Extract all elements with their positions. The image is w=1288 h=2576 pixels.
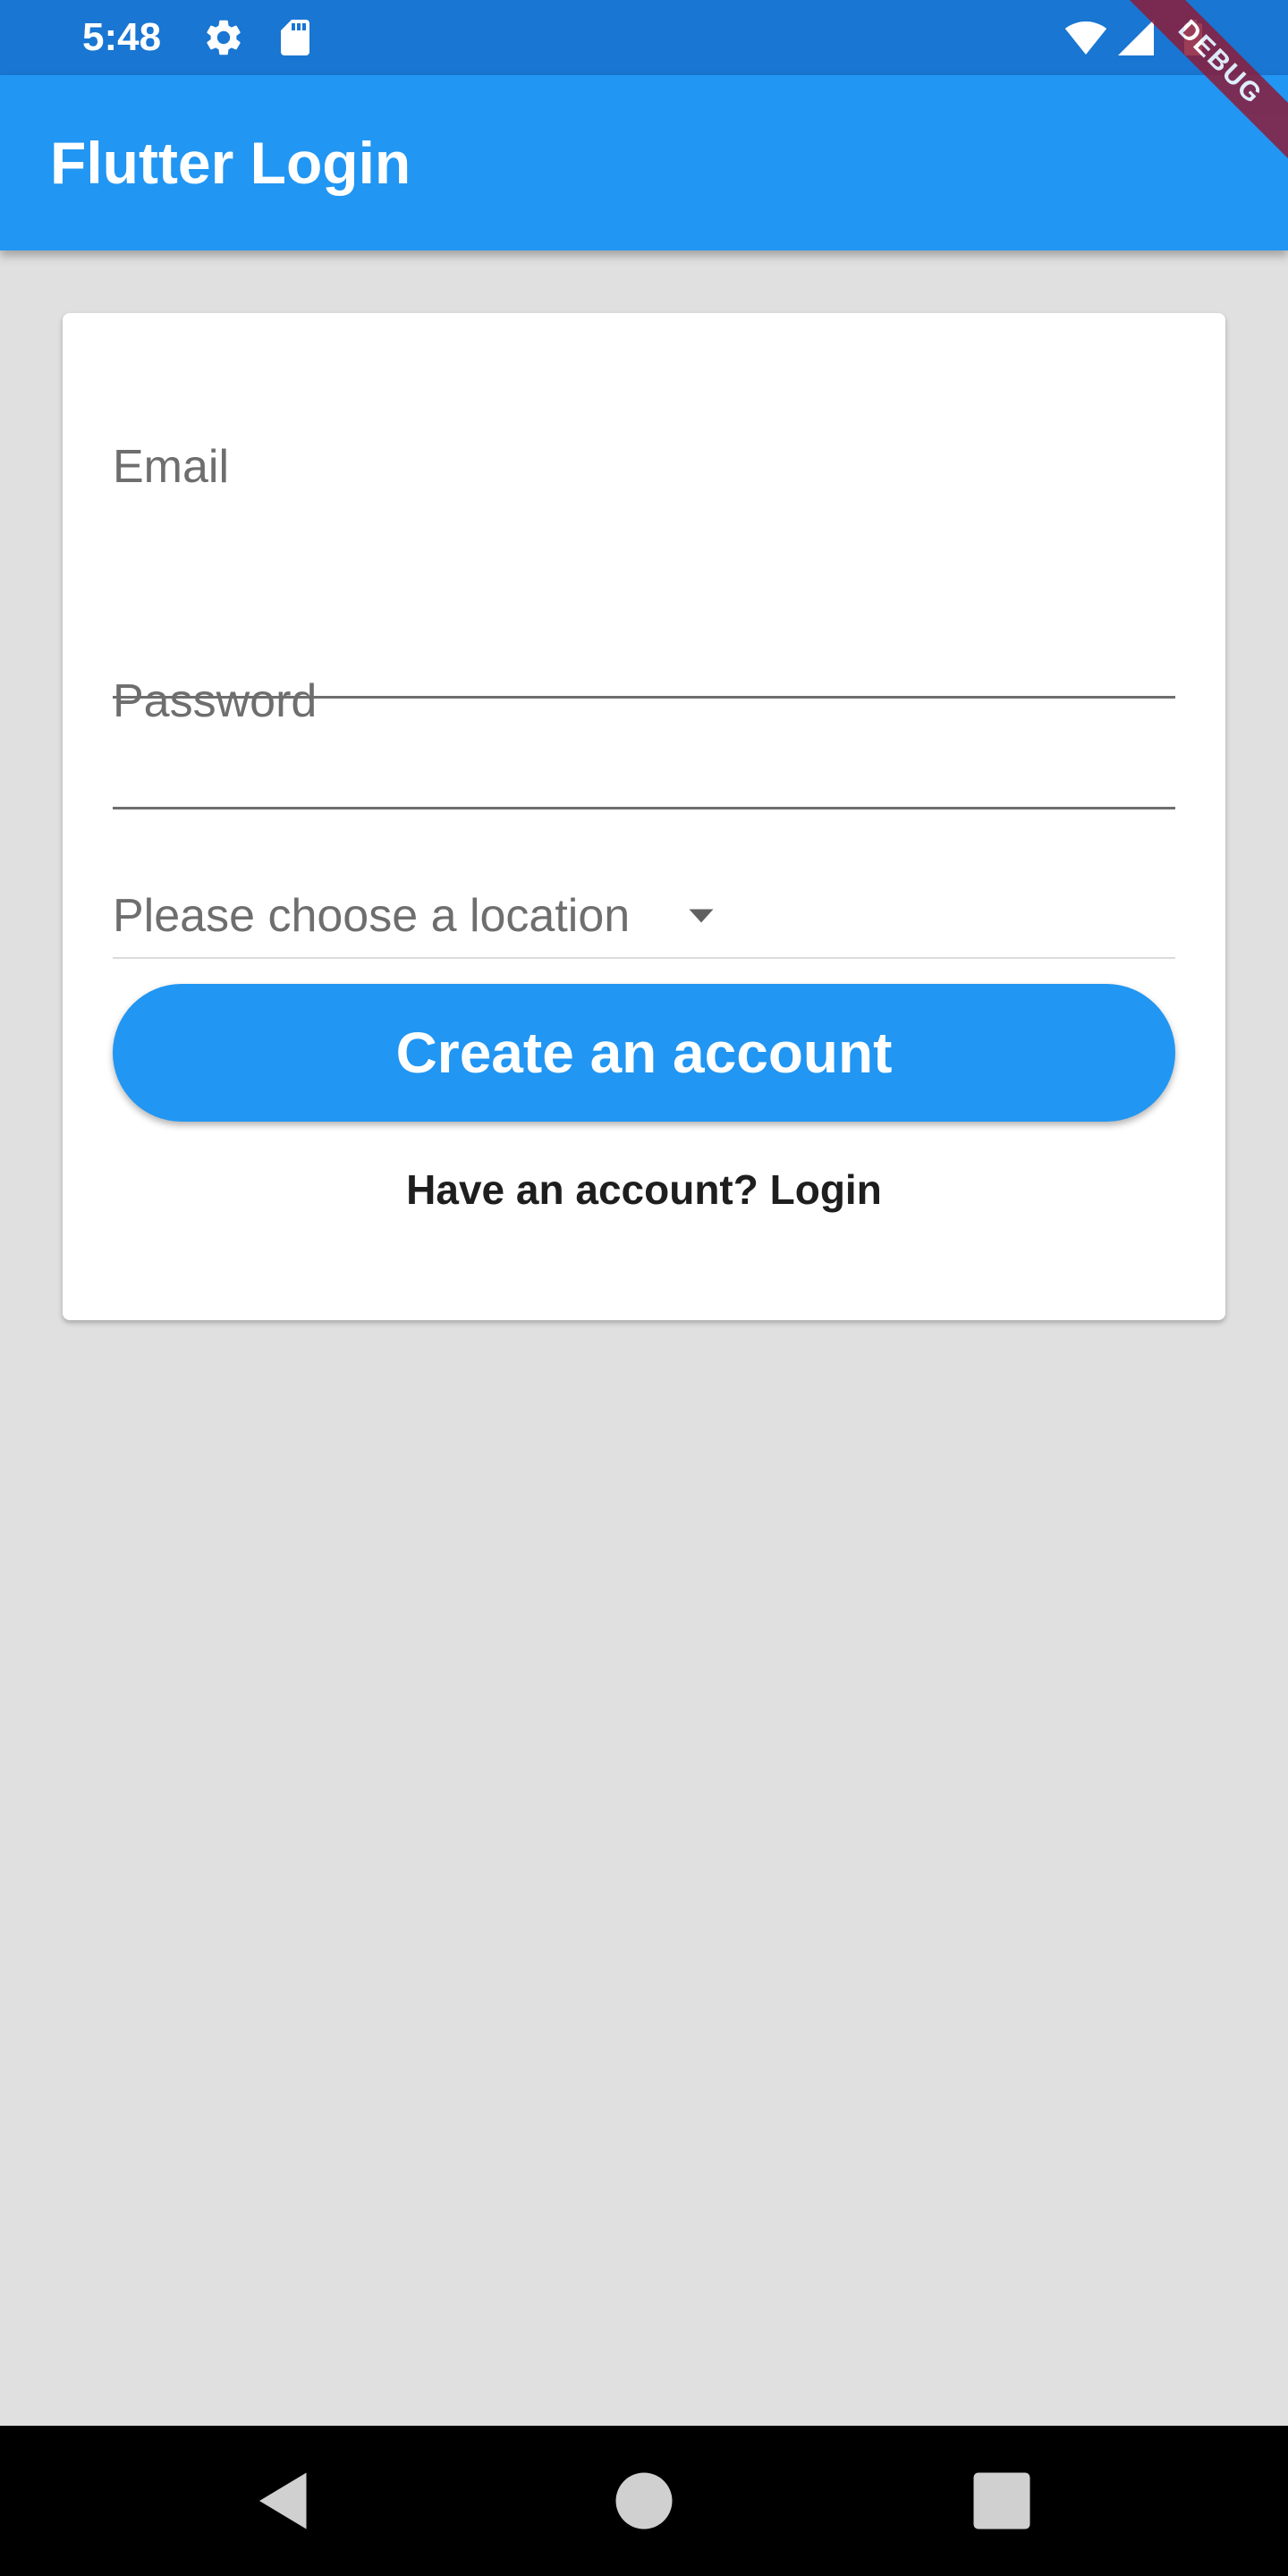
email-field[interactable]: Email [113, 438, 1175, 699]
password-placeholder: Password [113, 675, 318, 727]
home-icon[interactable] [606, 2463, 682, 2538]
recents-icon[interactable] [964, 2463, 1039, 2538]
status-time: 5:48 [82, 15, 162, 59]
email-placeholder: Email [113, 441, 230, 493]
password-field[interactable]: Password [113, 673, 1175, 809]
page-title: Flutter Login [50, 130, 411, 196]
login-link[interactable]: Have an account? Login [113, 1163, 1175, 1216]
back-icon[interactable] [247, 2463, 322, 2538]
wifi-icon [1064, 21, 1107, 55]
dropdown-underline [113, 957, 1175, 959]
app-bar: Flutter Login [0, 75, 1288, 250]
gear-icon [207, 20, 241, 55]
location-dropdown-value: Please choose a location [113, 890, 631, 942]
create-account-button[interactable]: Create an account [113, 984, 1175, 1122]
screen: 5:48 Flutter Login DEBUG Email Password [0, 0, 1288, 2576]
chevron-down-icon [689, 909, 714, 923]
navigation-bar [0, 2426, 1288, 2576]
password-underline [113, 807, 1175, 809]
location-dropdown[interactable]: Please choose a location [113, 868, 1175, 959]
login-card: Email Password Please choose a location … [63, 313, 1225, 1320]
sd-card-icon [281, 20, 309, 55]
status-bar: 5:48 [0, 0, 1288, 75]
cell-signal-icon [1118, 20, 1154, 55]
